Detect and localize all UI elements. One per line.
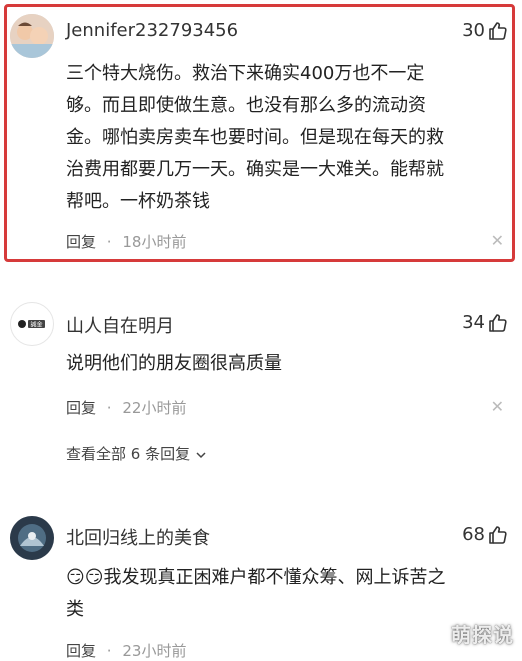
meta-separator: · [106, 233, 112, 251]
like-count: 34 [462, 312, 485, 333]
close-icon[interactable]: ✕ [491, 397, 504, 416]
like-count: 68 [462, 524, 485, 545]
meta-separator: · [106, 399, 112, 417]
comment-line: 帮吧。一杯奶茶钱 [66, 191, 210, 212]
comment-meta: 回复 · 18小时前 [66, 231, 186, 252]
like-button[interactable]: 68 [462, 524, 508, 545]
watermark: 萌探说 [451, 623, 514, 647]
comment-line: 够。而且即使做生意。也没有那么多的流动资 [66, 95, 426, 116]
thumbs-up-icon [488, 525, 508, 545]
comment-line: 治费用都要几万一天。确实是一大难关。能帮就 [66, 159, 444, 180]
view-all-replies-link[interactable]: 查看全部 6 条回复 [66, 443, 207, 464]
like-button[interactable]: 34 [462, 312, 508, 333]
reply-button[interactable]: 回复 [66, 399, 96, 417]
close-icon[interactable]: ✕ [491, 231, 504, 250]
comment-text: 说明他们的朋友圈很高质量 [66, 348, 506, 380]
avatar[interactable] [10, 516, 54, 560]
view-replies-label: 查看全部 6 条回复 [66, 445, 191, 463]
comment-line: 说明他们的朋友圈很高质量 [66, 353, 282, 374]
comment-line: 😏😏我发现真正困难户都不懂众筹、网上诉苦之 [66, 567, 446, 588]
chevron-down-icon [195, 445, 207, 463]
like-button[interactable]: 30 [462, 20, 508, 41]
comment-time: 22小时前 [122, 399, 187, 417]
reply-button[interactable]: 回复 [66, 642, 96, 660]
comment-time: 23小时前 [122, 642, 187, 660]
reply-button[interactable]: 回复 [66, 233, 96, 251]
like-count: 30 [462, 20, 485, 41]
avatar[interactable]: 誠金 [10, 302, 54, 346]
comment-line: 三个特大烧伤。救治下来确实400万也不一定 [66, 63, 425, 84]
comment-line: 金。哪怕卖房卖车也要时间。但是现在每天的救 [66, 127, 444, 148]
comment-text: 😏😏我发现真正困难户都不懂众筹、网上诉苦之 类 [66, 562, 506, 626]
comment-text: 三个特大烧伤。救治下来确实400万也不一定 够。而且即使做生意。也没有那么多的流… [66, 58, 506, 218]
comment-meta: 回复 · 22小时前 [66, 397, 186, 418]
comment-username[interactable]: Jennifer232793456 [66, 20, 238, 41]
comment-line: 类 [66, 599, 84, 620]
comment-username[interactable]: 北回归线上的美食 [66, 524, 210, 550]
comment-meta: 回复 · 23小时前 [66, 640, 186, 661]
comment-username[interactable]: 山人自在明月 [66, 312, 174, 338]
comment-time: 18小时前 [122, 233, 187, 251]
meta-separator: · [106, 642, 112, 660]
thumbs-up-icon [488, 21, 508, 41]
avatar-text: 誠金 [30, 321, 42, 329]
avatar[interactable] [10, 14, 54, 58]
thumbs-up-icon [488, 313, 508, 333]
